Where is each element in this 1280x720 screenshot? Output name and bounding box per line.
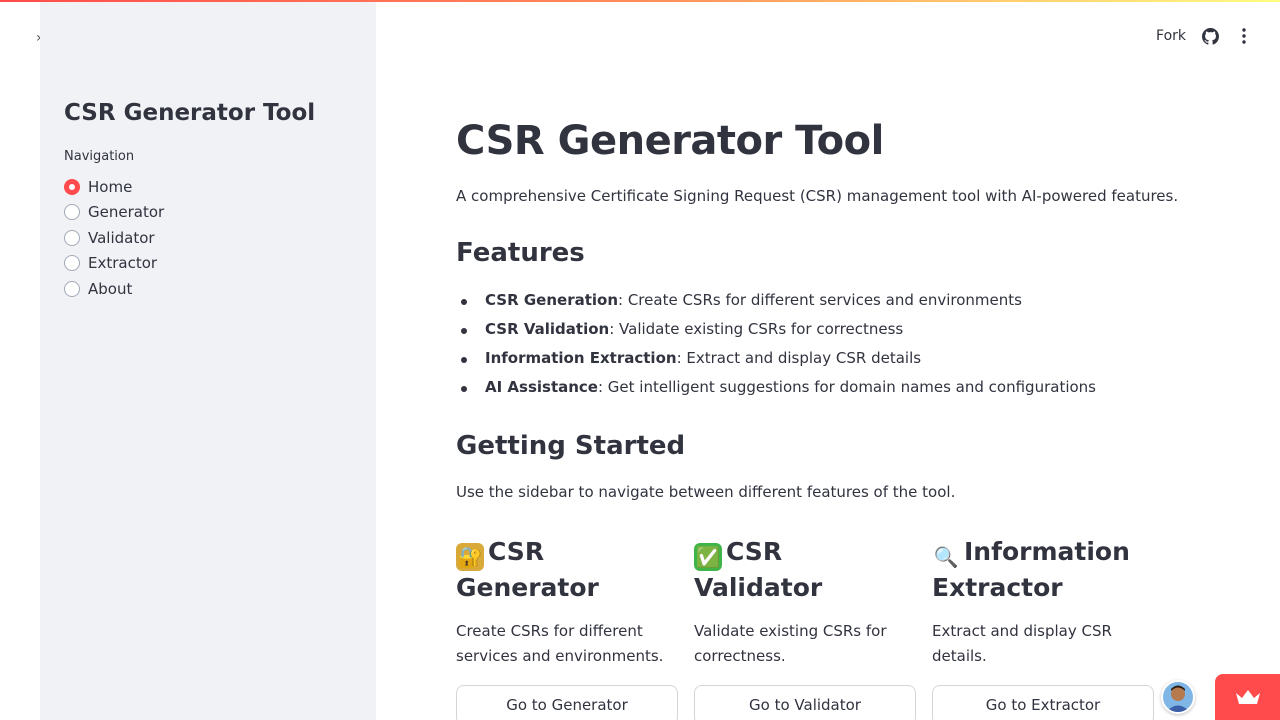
navigation-label: Navigation [64,149,135,164]
go-to-generator-button[interactable]: Go to Generator [456,685,678,720]
lock-with-key-icon: 🔐 [456,543,484,571]
radio-button[interactable] [64,255,80,272]
radio-button[interactable] [64,178,80,195]
nav-option-label: About [88,279,133,298]
feature-name: AI Assistance [485,378,598,396]
top-decoration-bar [0,0,1280,2]
nav-option-label: Extractor [88,254,158,273]
fork-link[interactable]: Fork [1156,28,1186,44]
streamlit-crown-icon[interactable] [1215,674,1280,720]
getting-started-heading: Getting Started [456,431,686,461]
magnifying-glass-icon: 🔍 [933,545,959,569]
feature-desc: : Create CSRs for different services and… [618,291,1022,309]
navigation-radio-group: Home Generator Validator Extractor About [64,174,164,302]
header-toolbar: Fork [1156,26,1254,46]
feature-name: CSR Validation [485,320,610,338]
nav-option-label: Validator [88,228,155,247]
card-description: Extract and display CSR details. [932,622,1112,665]
card-description: Create CSRs for different services and e… [456,622,664,665]
avatar[interactable] [1161,680,1195,714]
feature-desc: : Validate existing CSRs for correctness [609,320,904,338]
nav-option-validator[interactable]: Validator [64,225,164,251]
go-to-extractor-button[interactable]: Go to Extractor [932,685,1154,720]
card-title: ✅ CSR Validator [694,537,823,602]
radio-button[interactable] [64,280,80,297]
vertical-dots-icon[interactable] [1234,26,1254,46]
card-description: Validate existing CSRs for correctness. [694,622,887,665]
generator-card: 🔐 CSR Generator Create CSRs for different… [456,535,678,720]
card-title: 🔍 Information Extractor [932,537,1130,602]
feature-desc: : Get intelligent suggestions for domain… [597,378,1096,396]
list-item: Information Extraction: Extract and disp… [456,349,1096,378]
validator-card: ✅ CSR Validator Validate existing CSRs fo… [694,535,916,720]
getting-started-text: Use the sidebar to navigate between diff… [456,483,956,501]
features-heading: Features [456,238,585,268]
card-title: 🔐 CSR Generator [456,537,599,602]
list-item: CSR Generation: Create CSRs for differen… [456,291,1096,320]
github-icon[interactable] [1200,26,1220,46]
feature-name: Information Extraction [485,349,677,367]
radio-button[interactable] [64,204,80,221]
list-item: CSR Validation: Validate existing CSRs f… [456,320,1096,349]
nav-option-extractor[interactable]: Extractor [64,251,164,277]
page-title: CSR Generator Tool [456,118,884,164]
check-mark-icon: ✅ [694,543,722,571]
list-item: AI Assistance: Get intelligent suggestio… [456,378,1096,407]
radio-button[interactable] [64,229,80,246]
nav-option-about[interactable]: About [64,276,164,302]
sidebar: CSR Generator Tool Navigation Home Gener… [40,0,376,720]
features-list: CSR Generation: Create CSRs for differen… [456,291,1096,407]
nav-option-label: Home [88,177,133,196]
feature-name: CSR Generation [485,291,619,309]
extractor-card: 🔍 Information Extractor Extract and displ… [932,535,1154,720]
nav-option-label: Generator [88,203,165,222]
feature-desc: : Extract and display CSR details [676,349,922,367]
nav-option-home[interactable]: Home [64,174,164,200]
go-to-validator-button[interactable]: Go to Validator [694,685,916,720]
sidebar-title: CSR Generator Tool [64,100,316,126]
nav-option-generator[interactable]: Generator [64,200,164,226]
intro-text: A comprehensive Certificate Signing Requ… [456,187,1179,205]
